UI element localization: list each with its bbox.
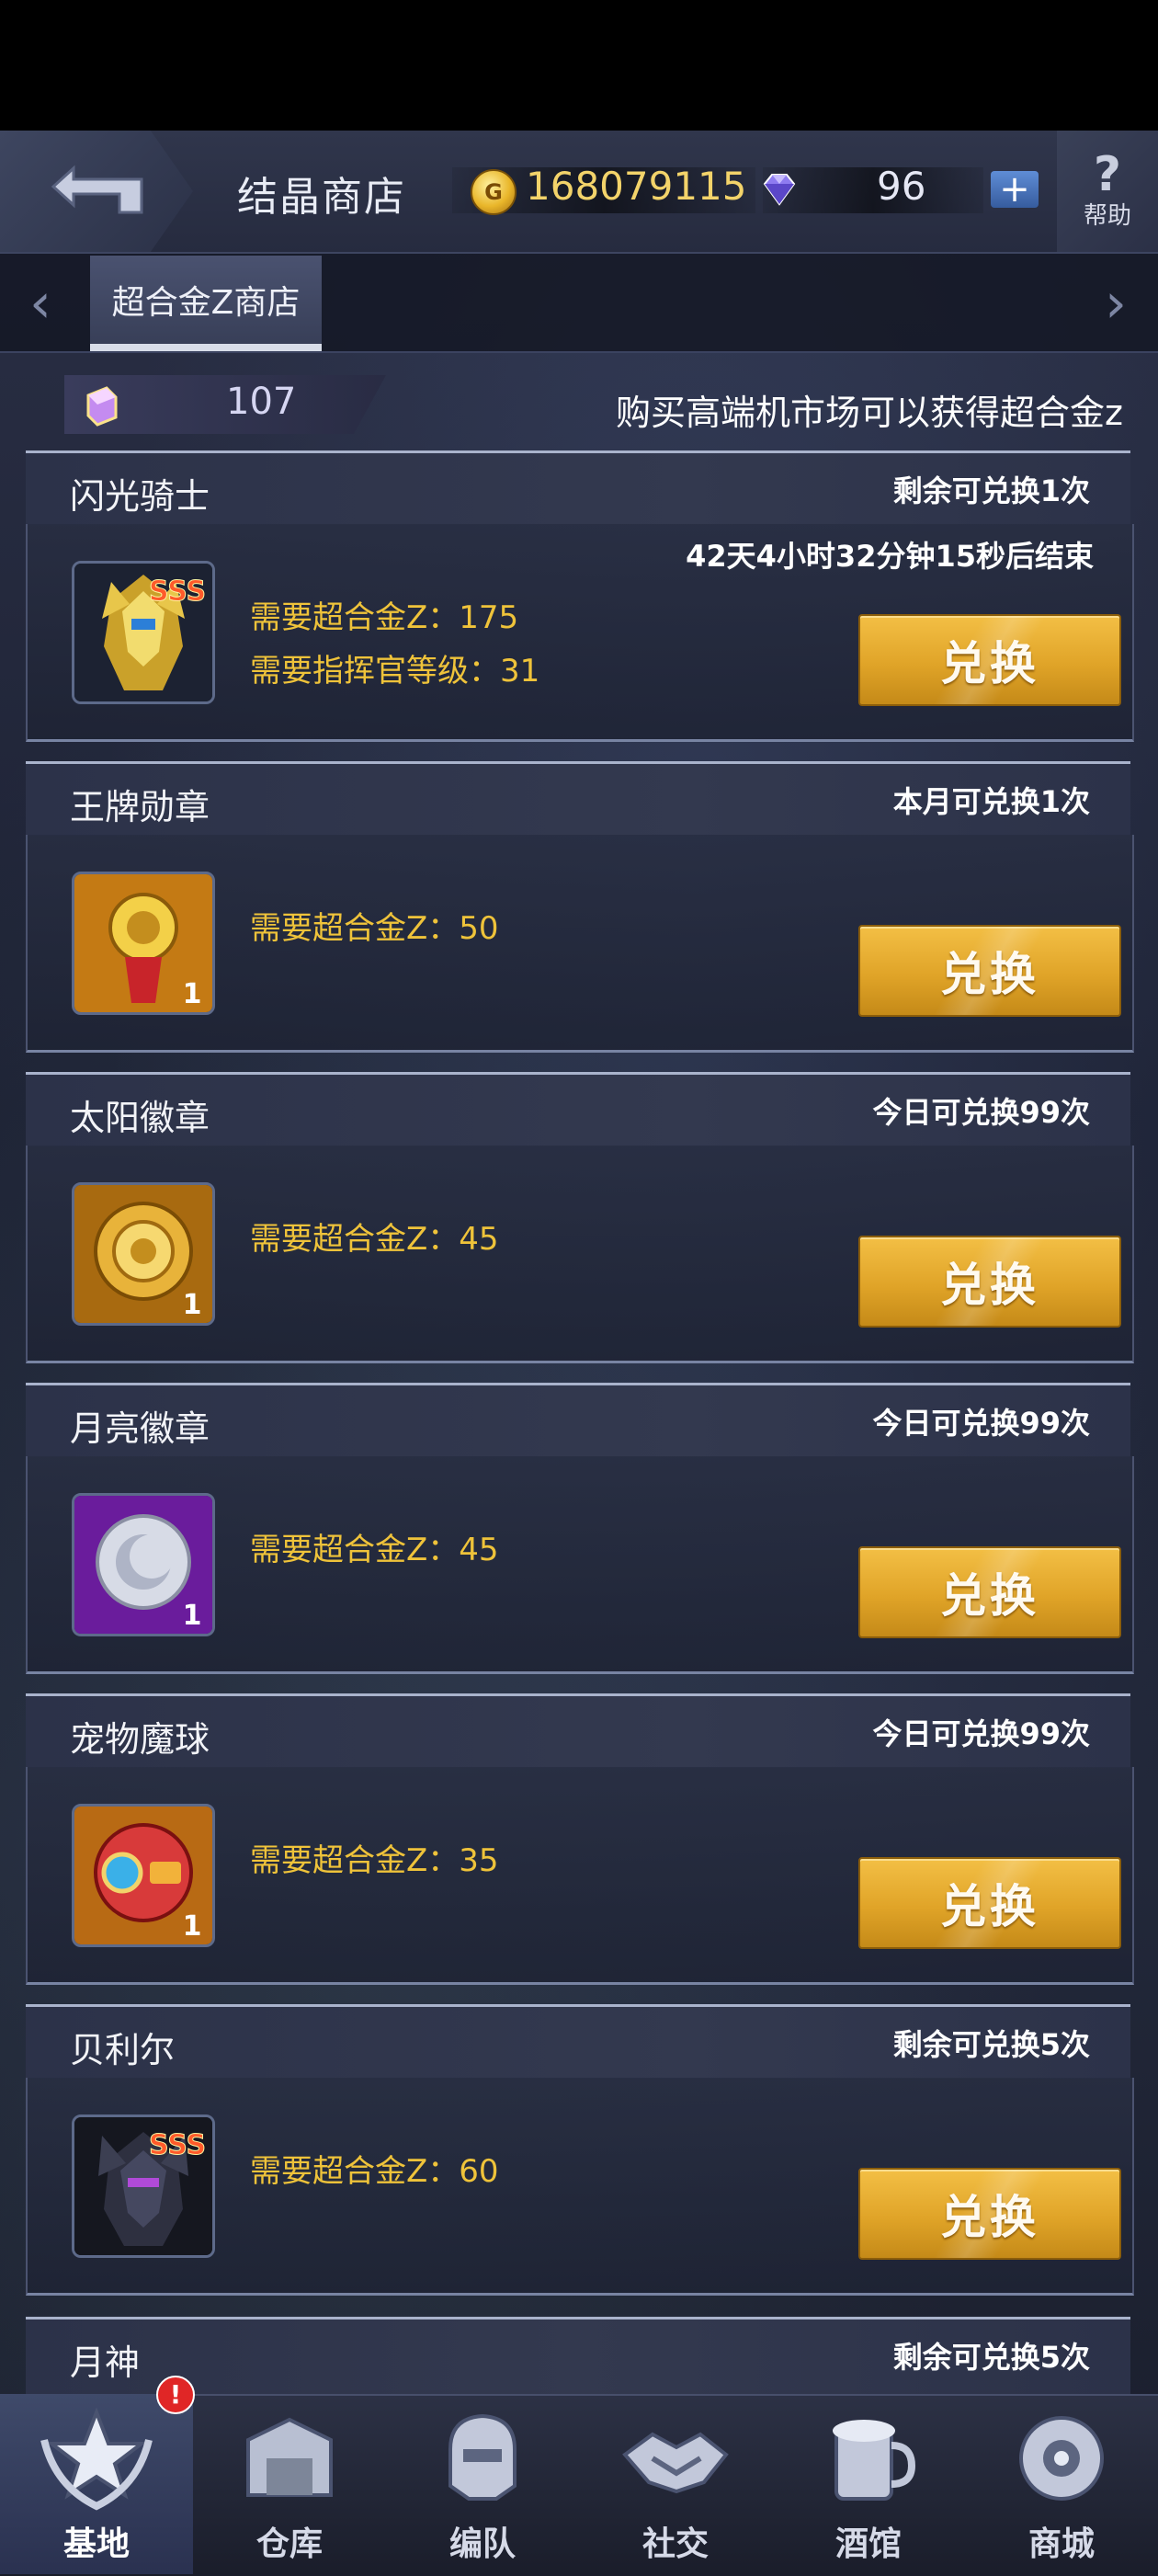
nav-tavern[interactable]: 酒馆 bbox=[772, 2394, 965, 2574]
item-exchange-limit: 剩余可兑换1次 bbox=[892, 473, 1090, 508]
item-requirement-z: 需要超合金Z：175 bbox=[250, 599, 519, 636]
gem-amount: 96 bbox=[877, 164, 926, 209]
back-button[interactable] bbox=[0, 131, 193, 252]
nav-label: 社交 bbox=[641, 2525, 709, 2563]
nav-label: 商城 bbox=[1027, 2525, 1095, 2563]
item-count: 1 bbox=[183, 1289, 202, 1321]
nav-label: 酒馆 bbox=[834, 2525, 902, 2563]
help-button[interactable]: ? 帮助 bbox=[1057, 131, 1158, 252]
sss-rank-badge: SSS bbox=[149, 2129, 206, 2161]
item-header: 宠物魔球 今日可兑换99次 bbox=[26, 1693, 1130, 1768]
tavern-icon bbox=[833, 2420, 916, 2501]
nav-label: 基地 bbox=[62, 2525, 130, 2563]
mall-icon bbox=[1019, 2416, 1104, 2501]
gold-coin-icon: G bbox=[471, 169, 517, 215]
item-count: 1 bbox=[183, 1600, 202, 1632]
item-name: 闪光骑士 bbox=[70, 476, 210, 517]
item-count: 1 bbox=[183, 978, 202, 1010]
item-exchange-limit: 剩余可兑换5次 bbox=[892, 2340, 1090, 2375]
exchange-button[interactable]: 兑换 bbox=[858, 614, 1121, 706]
item-requirement-level: 需要指挥官等级：31 bbox=[250, 653, 540, 690]
nav-label: 仓库 bbox=[255, 2525, 323, 2563]
help-label: 帮助 bbox=[1083, 201, 1131, 230]
item-exchange-limit: 本月可兑换1次 bbox=[892, 784, 1090, 819]
page-title: 结晶商店 bbox=[237, 174, 406, 221]
help-icon: ? bbox=[1093, 146, 1122, 202]
nav-label: 编队 bbox=[448, 2525, 516, 2563]
tab-label: 超合金Z商店 bbox=[111, 284, 301, 322]
sss-rank-badge: SSS bbox=[149, 576, 206, 608]
item-count: 1 bbox=[183, 1910, 202, 1943]
item-name: 贝利尔 bbox=[70, 2030, 176, 2070]
sun-badge-icon: 1 bbox=[72, 1182, 215, 1326]
item-countdown: 42天4小时32分钟15秒后结束 bbox=[686, 539, 1094, 574]
exchange-button[interactable]: 兑换 bbox=[858, 1857, 1121, 1949]
item-exchange-limit: 剩余可兑换5次 bbox=[892, 2027, 1090, 2062]
exchange-label: 兑换 bbox=[940, 948, 1039, 1001]
item-header: 太阳徽章 今日可兑换99次 bbox=[26, 1072, 1130, 1146]
shop-item: 贝利尔 剩余可兑换5次 SSS 需要超合金Z：60 兑换 bbox=[26, 2004, 1134, 2296]
exchange-label: 兑换 bbox=[940, 1880, 1039, 1933]
shop-item: 宠物魔球 今日可兑换99次 1 需要超合金Z：35 兑换 bbox=[26, 1693, 1134, 1985]
exchange-label: 兑换 bbox=[940, 1569, 1039, 1623]
item-header: 贝利尔 剩余可兑换5次 bbox=[26, 2004, 1130, 2079]
ace-medal-icon: 1 bbox=[72, 872, 215, 1015]
exchange-button[interactable]: 兑换 bbox=[858, 925, 1121, 1017]
moon-badge-icon: 1 bbox=[72, 1493, 215, 1636]
item-requirement-z: 需要超合金Z：45 bbox=[250, 1532, 499, 1568]
tab-next-arrow-icon[interactable]: › bbox=[1097, 276, 1134, 331]
item-requirement-z: 需要超合金Z：35 bbox=[250, 1842, 499, 1879]
warehouse-icon bbox=[246, 2417, 333, 2497]
item-header: 闪光骑士 剩余可兑换1次 bbox=[26, 450, 1130, 525]
item-requirement-z: 需要超合金Z：50 bbox=[250, 910, 499, 947]
add-gems-button[interactable]: + bbox=[991, 171, 1039, 208]
item-header: 王牌勋章 本月可兑换1次 bbox=[26, 761, 1130, 836]
status-bar bbox=[0, 0, 1158, 131]
item-exchange-limit: 今日可兑换99次 bbox=[872, 1406, 1090, 1441]
exchange-button[interactable]: 兑换 bbox=[858, 1546, 1121, 1638]
item-name: 月亮徽章 bbox=[70, 1408, 210, 1449]
exchange-button[interactable]: 兑换 bbox=[858, 1236, 1121, 1328]
handshake-icon bbox=[622, 2432, 729, 2494]
item-name: 王牌勋章 bbox=[70, 787, 210, 827]
tab-superalloy-z-shop[interactable]: 超合金Z商店 bbox=[90, 256, 322, 351]
pet-magic-ball-icon: 1 bbox=[72, 1804, 215, 1947]
nav-warehouse[interactable]: 仓库 bbox=[193, 2394, 386, 2574]
item-name: 宠物魔球 bbox=[70, 1719, 210, 1760]
gold-amount: 168079115 bbox=[526, 164, 747, 209]
nav-social[interactable]: 社交 bbox=[579, 2394, 772, 2574]
exchange-label: 兑换 bbox=[940, 637, 1039, 690]
mecha-belial-icon: SSS bbox=[72, 2114, 215, 2258]
crystal-gem-icon bbox=[763, 174, 796, 206]
base-star-icon bbox=[40, 2407, 153, 2511]
item-requirement-z: 需要超合金Z：45 bbox=[250, 1221, 499, 1258]
shop-item: 闪光骑士 剩余可兑换1次 42天4小时32分钟15秒后结束 SSS 需要超合金Z… bbox=[26, 450, 1134, 742]
nav-formation[interactable]: 编队 bbox=[386, 2394, 579, 2574]
item-exchange-limit: 今日可兑换99次 bbox=[872, 1716, 1090, 1751]
item-name: 太阳徽章 bbox=[70, 1098, 210, 1138]
nav-base[interactable]: 基地 bbox=[0, 2394, 193, 2574]
exchange-label: 兑换 bbox=[940, 2191, 1039, 2244]
superalloy-z-amount: 107 bbox=[226, 381, 297, 423]
item-header: 月亮徽章 今日可兑换99次 bbox=[26, 1383, 1130, 1457]
shop-item: 王牌勋章 本月可兑换1次 1 需要超合金Z：50 兑换 bbox=[26, 761, 1134, 1053]
back-arrow-icon bbox=[51, 165, 143, 214]
mecha-flash-knight-icon: SSS bbox=[72, 561, 215, 704]
shop-item: 月亮徽章 今日可兑换99次 1 需要超合金Z：45 兑换 bbox=[26, 1383, 1134, 1674]
formation-helmet-icon bbox=[448, 2413, 517, 2501]
item-name: 月神 bbox=[70, 2342, 141, 2383]
tab-prev-arrow-icon[interactable]: ‹ bbox=[22, 276, 59, 331]
exchange-label: 兑换 bbox=[940, 1259, 1039, 1312]
notification-badge: ! bbox=[156, 2376, 195, 2414]
superalloy-z-icon bbox=[86, 386, 118, 427]
exchange-button[interactable]: 兑换 bbox=[858, 2168, 1121, 2260]
item-requirement-z: 需要超合金Z：60 bbox=[250, 2153, 499, 2190]
nav-mall[interactable]: 商城 bbox=[965, 2394, 1158, 2574]
shop-item: 太阳徽章 今日可兑换99次 1 需要超合金Z：45 兑换 bbox=[26, 1072, 1134, 1363]
item-exchange-limit: 今日可兑换99次 bbox=[872, 1095, 1090, 1130]
acquisition-hint: 购买高端机市场可以获得超合金z bbox=[616, 393, 1123, 433]
